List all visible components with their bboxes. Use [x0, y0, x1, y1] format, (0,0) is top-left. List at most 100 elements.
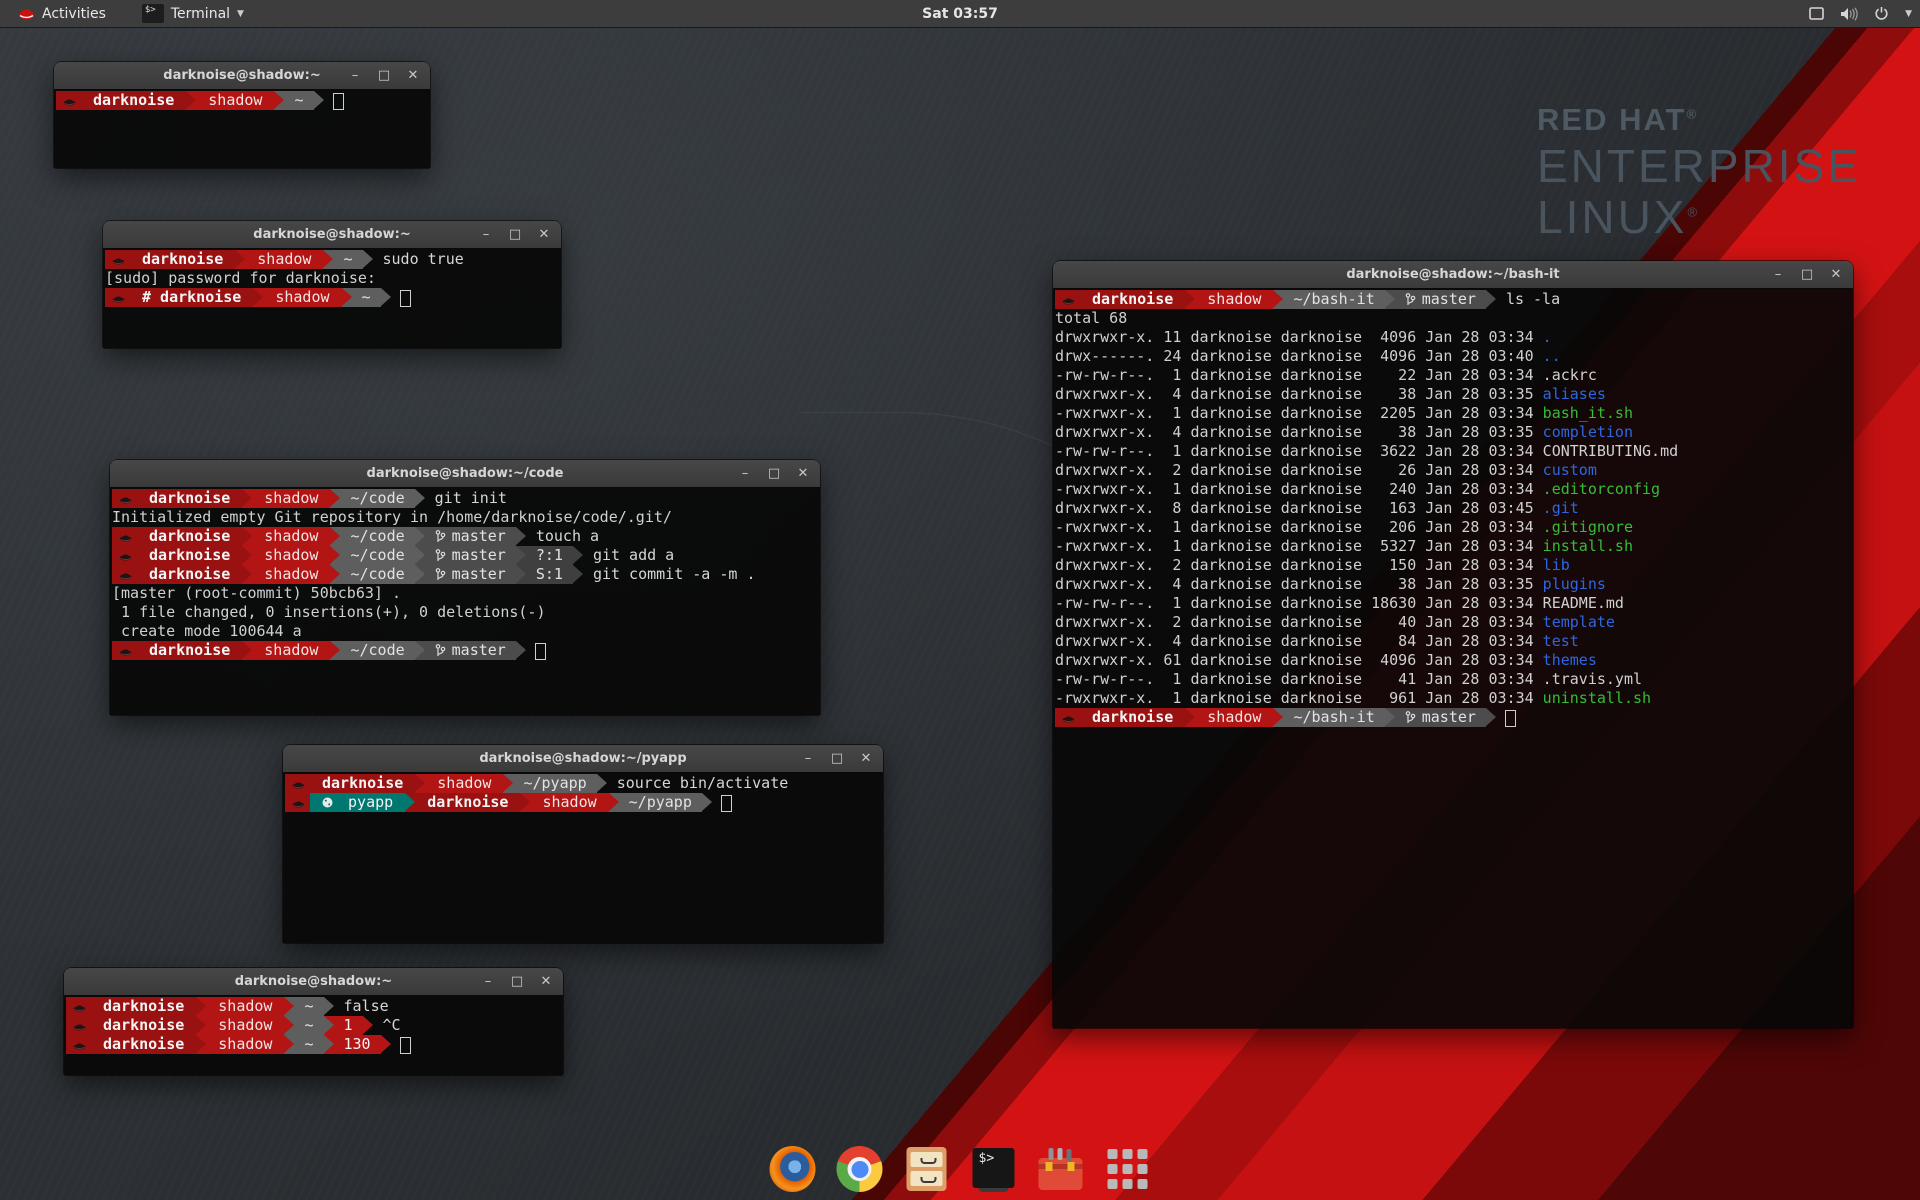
- file-manager-icon[interactable]: [904, 1146, 950, 1192]
- terminal-icon[interactable]: $>: [971, 1146, 1017, 1192]
- prompt-segment-user: darknoise: [137, 527, 242, 546]
- activities-button[interactable]: Activities: [10, 0, 114, 27]
- maximize-button[interactable]: □: [1800, 261, 1814, 288]
- terminal-window[interactable]: darknoise@shadow:~–□✕darknoiseshadow~sud…: [103, 221, 561, 348]
- minimize-button[interactable]: –: [481, 968, 495, 995]
- close-button[interactable]: ✕: [539, 968, 553, 995]
- window-titlebar[interactable]: darknoise@shadow:~ –□ ✕: [64, 968, 563, 996]
- terminal-line: drwxrwxr-x. 4 darknoise darknoise 84 Jan…: [1055, 632, 1853, 651]
- maximize-button[interactable]: □: [510, 968, 524, 995]
- terminal-line: [sudo] password for darknoise:: [105, 269, 561, 288]
- app-grid-icon[interactable]: [1105, 1146, 1151, 1192]
- close-button[interactable]: ✕: [796, 460, 810, 487]
- window-titlebar[interactable]: darknoise@shadow:~/code–□✕: [110, 460, 820, 488]
- terminal-cursor: [333, 93, 344, 110]
- minimize-button[interactable]: –: [801, 745, 815, 772]
- terminal-content[interactable]: darknoiseshadow~sudo true[sudo] password…: [103, 248, 561, 348]
- close-button[interactable]: ✕: [859, 745, 873, 772]
- terminal-line: -rw-rw-r--. 1 darknoise darknoise 18630 …: [1055, 594, 1853, 613]
- maximize-button[interactable]: □: [767, 460, 781, 487]
- redhat-icon: [105, 250, 130, 269]
- command-text: sudo true: [383, 250, 464, 269]
- power-icon: [1874, 6, 1889, 21]
- powerline-arrow: [324, 997, 334, 1016]
- terminal-line: Initialized empty Git repository in /hom…: [112, 508, 820, 527]
- window-titlebar[interactable]: darknoise@shadow:~/bash-it–□✕: [1053, 261, 1853, 289]
- powerline-arrow: [415, 546, 425, 565]
- powerline-arrow: [1486, 290, 1496, 309]
- git-branch-segment: master: [425, 641, 516, 660]
- window-titlebar[interactable]: darknoise@shadow:~/pyapp–□✕: [283, 745, 883, 773]
- terminal-content[interactable]: darknoiseshadow~/bash-itmasterls -latota…: [1053, 288, 1853, 1028]
- powerline-arrow: [381, 1035, 391, 1054]
- terminal-line: create mode 100644 a: [112, 622, 820, 641]
- git-branch-segment: master: [425, 546, 516, 565]
- powerline-arrow: [1185, 290, 1195, 309]
- close-button[interactable]: ✕: [1829, 261, 1843, 288]
- minimize-button[interactable]: –: [738, 460, 752, 487]
- terminal-content[interactable]: darknoiseshadow~/pyappsource bin/activat…: [283, 772, 883, 943]
- prompt-segment-path: ~/code: [340, 489, 414, 508]
- terminal-window[interactable]: darknoise@shadow:~/code–□✕darknoiseshado…: [110, 460, 820, 715]
- powerline-arrow: [1273, 290, 1283, 309]
- powerline-arrow: [415, 527, 425, 546]
- chrome-icon[interactable]: [837, 1146, 883, 1192]
- terminal-line: darknoiseshadow~: [56, 91, 430, 110]
- terminal-cursor: [400, 290, 411, 307]
- terminal-content[interactable]: darknoiseshadow~: [54, 89, 430, 168]
- powerline-arrow: [330, 489, 340, 508]
- window-title: darknoise@shadow:~: [235, 974, 392, 989]
- git-branch-segment: master: [425, 565, 516, 584]
- prompt-segment-host: shadow: [206, 1016, 284, 1035]
- terminal-line: # darknoiseshadow~: [105, 288, 561, 307]
- window-titlebar[interactable]: darknoise@shadow:~–□✕: [54, 62, 430, 90]
- close-button[interactable]: ✕: [537, 221, 551, 248]
- prompt-segment-path: ~/code: [340, 565, 414, 584]
- terminal-line: -rwxrwxr-x. 1 darknoise darknoise 2205 J…: [1055, 404, 1853, 423]
- maximize-button[interactable]: □: [508, 221, 522, 248]
- prompt-segment-path: ~: [294, 1035, 323, 1054]
- minimize-button[interactable]: –: [479, 221, 493, 248]
- prompt-segment-exit: 1: [334, 1016, 363, 1035]
- python-venv-segment: pyapp: [310, 793, 405, 812]
- terminal-cursor: [1505, 710, 1516, 727]
- minimize-button[interactable]: –: [1771, 261, 1785, 288]
- terminal-line: darknoiseshadow~false: [66, 997, 563, 1016]
- terminal-line: -rwxrwxr-x. 1 darknoise darknoise 961 Ja…: [1055, 689, 1853, 708]
- maximize-button[interactable]: □: [830, 745, 844, 772]
- terminal-window[interactable]: darknoise@shadow:~ –□ ✕ darknoiseshadow~fal…: [64, 968, 563, 1075]
- prompt-segment-user: darknoise: [137, 565, 242, 584]
- powerline-arrow: [242, 527, 252, 546]
- prompt-segment-user: darknoise: [1080, 290, 1185, 309]
- terminal-window[interactable]: darknoise@shadow:~/pyapp–□✕darknoiseshad…: [283, 745, 883, 943]
- terminal-window[interactable]: darknoise@shadow:~–□✕darknoiseshadow~: [54, 62, 430, 168]
- close-button[interactable]: ✕: [406, 62, 420, 89]
- prompt-segment-path: ~: [333, 250, 362, 269]
- terminal-content[interactable]: darknoiseshadow~falsedarknoiseshadow~1^C…: [64, 995, 563, 1075]
- powerline-arrow: [284, 1016, 294, 1035]
- firefox-icon[interactable]: [770, 1146, 816, 1192]
- terminal-app-icon: $>: [142, 4, 164, 23]
- prompt-segment-user: darknoise: [91, 1016, 196, 1035]
- window-titlebar[interactable]: darknoise@shadow:~–□✕: [103, 221, 561, 249]
- prompt-segment-host: shadow: [252, 489, 330, 508]
- terminal-line: -rwxrwxr-x. 1 darknoise darknoise 5327 J…: [1055, 537, 1853, 556]
- powerline-arrow: [1273, 708, 1283, 727]
- terminal-content[interactable]: darknoiseshadow~/codegit initInitialized…: [110, 487, 820, 715]
- prompt-segment-path: ~/code: [340, 527, 414, 546]
- app-menu-terminal[interactable]: $> Terminal ▼: [134, 0, 252, 27]
- system-tray[interactable]: ▼: [1809, 0, 1912, 27]
- toolbox-icon[interactable]: [1038, 1146, 1084, 1192]
- clock[interactable]: Sat 03:57: [922, 0, 998, 27]
- powerline-arrow: [330, 546, 340, 565]
- command-text: ls -la: [1506, 290, 1560, 309]
- powerline-arrow: [702, 793, 712, 812]
- terminal-window[interactable]: darknoise@shadow:~/bash-it–□✕darknoisesh…: [1053, 261, 1853, 1028]
- minimize-button[interactable]: –: [348, 62, 362, 89]
- powerline-arrow: [503, 774, 513, 793]
- redhat-icon: [66, 1035, 91, 1054]
- maximize-button[interactable]: □: [377, 62, 391, 89]
- powerline-arrow: [324, 1016, 334, 1035]
- powerline-arrow: [415, 565, 425, 584]
- prompt-segment-gitst: ?:1: [526, 546, 573, 565]
